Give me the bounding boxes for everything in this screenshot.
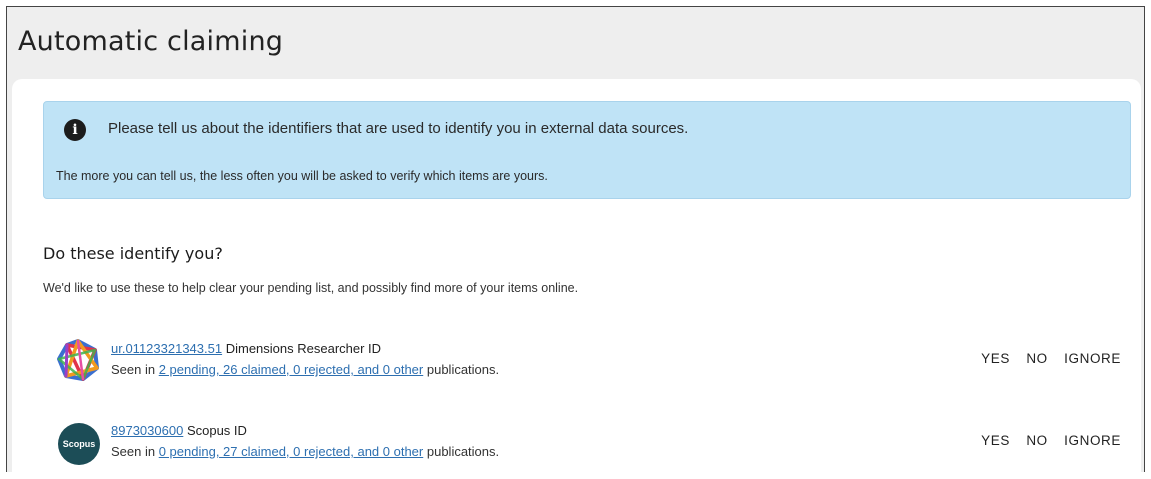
seen-prefix: Seen in — [111, 444, 156, 459]
identifier-link[interactable]: ur.01123321343.51 — [111, 341, 222, 356]
info-main-text: Please tell us about the identifiers tha… — [108, 120, 689, 137]
yes-button[interactable]: YES — [981, 351, 1010, 366]
info-sub-text: The more you can tell us, the less often… — [56, 169, 548, 183]
ignore-button[interactable]: IGNORE — [1064, 351, 1121, 366]
section-title: Do these identify you? — [43, 244, 223, 263]
scopus-logo-icon: Scopus — [58, 423, 100, 465]
identifier-line: 8973030600 Scopus ID — [111, 423, 247, 438]
identifier-actions: YES NO IGNORE — [969, 351, 1121, 366]
identifier-type: Scopus ID — [186, 423, 247, 438]
no-button[interactable]: NO — [1026, 351, 1047, 366]
info-alert: i Please tell us about the identifiers t… — [43, 101, 1131, 199]
page-title: Automatic claiming — [18, 26, 284, 57]
publications-counts-link[interactable]: 2 pending, 26 claimed, 0 rejected, and 0… — [159, 362, 424, 377]
seen-suffix: publications. — [426, 444, 500, 459]
seen-suffix: publications. — [426, 362, 500, 377]
identifier-link[interactable]: 8973030600 — [111, 423, 183, 438]
seen-prefix: Seen in — [111, 362, 156, 377]
seen-in-line: Seen in 0 pending, 27 claimed, 0 rejecte… — [111, 444, 499, 459]
identifier-row-scopus: Scopus 8973030600 Scopus ID Seen in 0 pe… — [12, 413, 1141, 473]
info-icon: i — [64, 119, 86, 141]
yes-button[interactable]: YES — [981, 433, 1010, 448]
no-button[interactable]: NO — [1026, 433, 1047, 448]
identifier-row-dimensions: ur.01123321343.51 Dimensions Researcher … — [12, 331, 1141, 391]
automatic-claiming-panel: Automatic claiming i Please tell us abou… — [6, 6, 1145, 479]
seen-in-line: Seen in 2 pending, 26 claimed, 0 rejecte… — [111, 362, 499, 377]
content-card: i Please tell us about the identifiers t… — [12, 79, 1141, 479]
section-description: We'd like to use these to help clear you… — [43, 281, 579, 295]
identifier-line: ur.01123321343.51 Dimensions Researcher … — [111, 341, 381, 356]
identifier-actions: YES NO IGNORE — [969, 433, 1121, 448]
dimensions-logo-icon — [57, 339, 99, 381]
identifier-type: Dimensions Researcher ID — [225, 341, 382, 356]
publications-counts-link[interactable]: 0 pending, 27 claimed, 0 rejected, and 0… — [159, 444, 424, 459]
ignore-button[interactable]: IGNORE — [1064, 433, 1121, 448]
